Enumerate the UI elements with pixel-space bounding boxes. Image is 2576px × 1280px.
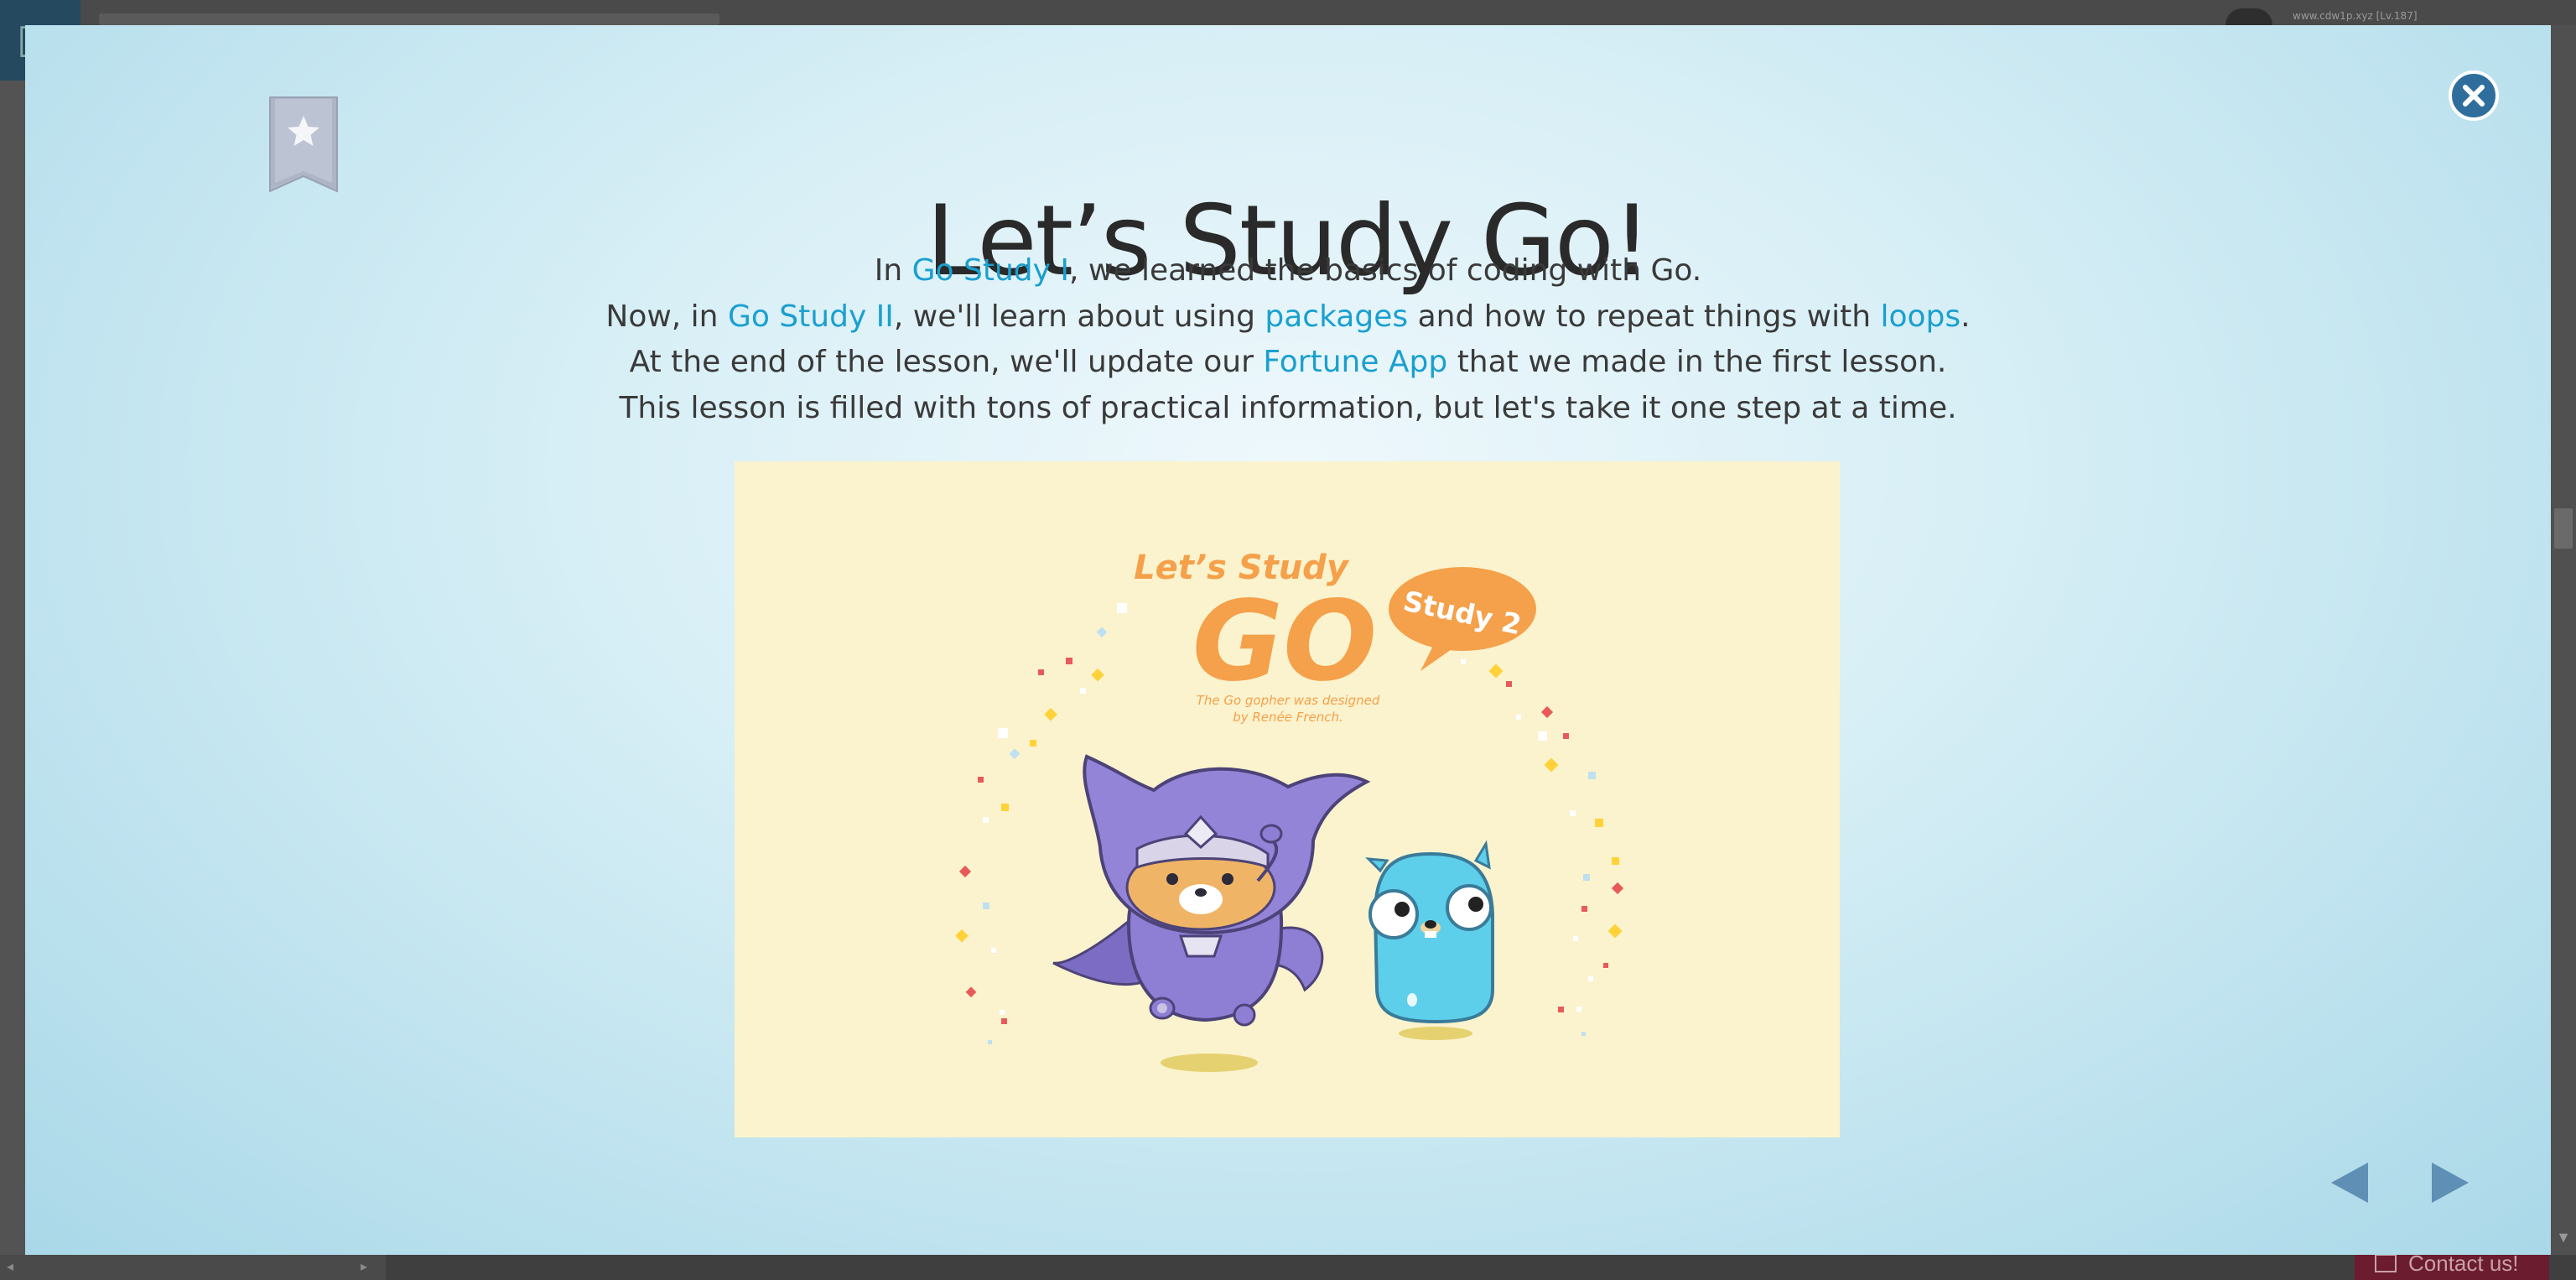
next-slide-button[interactable] xyxy=(2428,1159,2474,1206)
scrollbar-thumb[interactable] xyxy=(2554,508,2573,549)
triangle-left-icon xyxy=(2331,1163,2368,1203)
vertical-scrollbar[interactable] xyxy=(2551,25,2576,1255)
gopher-credit-line-1: The Go gopher was designed xyxy=(1197,693,1380,708)
close-button[interactable] xyxy=(2449,70,2499,121)
previous-slide-button[interactable] xyxy=(2326,1159,2371,1206)
horizontal-scrollbar[interactable]: ◂ ▸ xyxy=(0,1255,386,1280)
go-study-1-link[interactable]: Go Study I xyxy=(912,253,1069,288)
close-icon xyxy=(2463,85,2485,107)
background-sidebar xyxy=(0,81,25,1255)
background-bottombar xyxy=(0,1255,2576,1280)
intro-line-4: This lesson is filled with tons of pract… xyxy=(619,390,1957,425)
intro-text-segment: that we made in the first lesson. xyxy=(1447,345,1947,379)
hero-illustration: Let’s Study GO Study 2 The Go gopher was… xyxy=(955,549,1624,1072)
intro-text-segment: Now, in xyxy=(605,299,728,334)
triangle-right-icon xyxy=(2432,1163,2469,1203)
go-gopher-character xyxy=(1365,840,1494,1040)
bookmark-star-icon[interactable] xyxy=(268,96,339,193)
intro-text-segment: , we'll learn about using xyxy=(893,299,1265,334)
ninja-shiba-character xyxy=(1052,754,1371,1072)
intro-text-segment: In xyxy=(874,253,912,288)
hero-heading-big: GO xyxy=(1192,577,1378,706)
scroll-left-arrow-icon[interactable]: ◂ xyxy=(7,1258,13,1275)
intro-text: In Go Study I, we learned the basics of … xyxy=(25,248,2551,431)
scroll-down-arrow-icon[interactable]: ▼ xyxy=(2556,1229,2571,1246)
intro-text-segment: , we learned the basics of coding with G… xyxy=(1069,253,1702,288)
scroll-right-arrow-icon[interactable]: ▸ xyxy=(361,1258,367,1275)
study-2-badge: Study 2 xyxy=(1389,567,1536,671)
go-study-2-link[interactable]: Go Study II xyxy=(728,299,894,334)
mail-icon xyxy=(2375,1254,2397,1272)
background-search-bar xyxy=(99,13,719,25)
intro-text-segment: At the end of the lesson, we'll update o… xyxy=(629,345,1264,379)
lesson-intro-modal: Let’s Study Go! In Go Study I, we learne… xyxy=(25,25,2551,1255)
lesson-hero-image: Let’s Study GO Study 2 The Go gopher was… xyxy=(735,461,1840,1137)
packages-link[interactable]: packages xyxy=(1265,299,1408,334)
intro-line-3: At the end of the lesson, we'll update o… xyxy=(25,340,2551,386)
user-avatar xyxy=(2225,8,2272,25)
intro-line-2: Now, in Go Study II, we'll learn about u… xyxy=(25,294,2551,341)
intro-line-1: In Go Study I, we learned the basics of … xyxy=(25,248,2551,294)
intro-text-segment: and how to repeat things with xyxy=(1408,299,1881,334)
user-url: www.cdw1p.xyz [Lv.187] xyxy=(2293,10,2418,22)
intro-text-segment: . xyxy=(1961,299,1971,334)
fortune-app-link[interactable]: Fortune App xyxy=(1263,345,1447,379)
loops-link[interactable]: loops xyxy=(1880,299,1961,334)
gopher-credit-line-2: by Renée French. xyxy=(1233,710,1343,725)
